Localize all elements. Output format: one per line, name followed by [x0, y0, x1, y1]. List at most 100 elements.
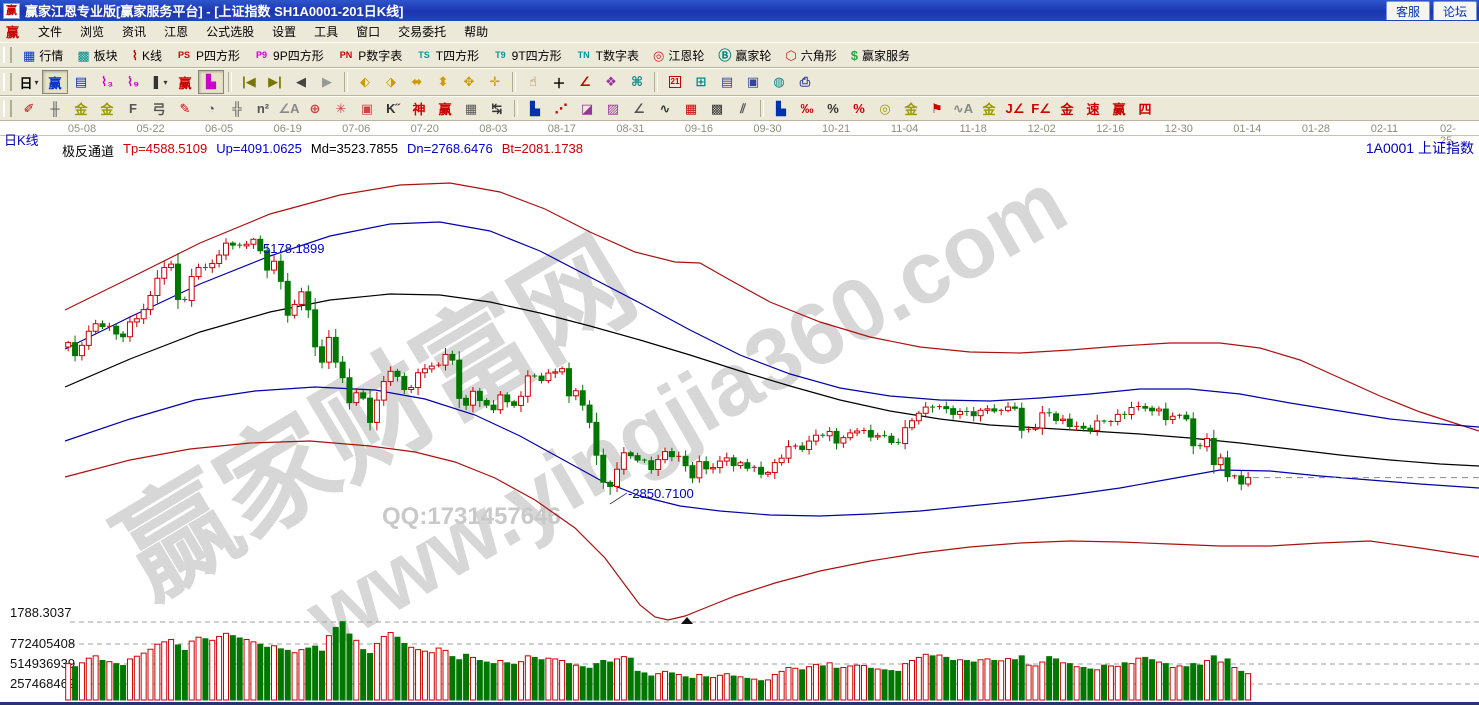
expand-all-button[interactable]: ✛	[482, 70, 508, 94]
winner-chart-toggle[interactable]: 赢	[42, 70, 68, 94]
p-square-button[interactable]: PS P四方形	[169, 43, 247, 67]
menu-item-2[interactable]: 资讯	[113, 21, 155, 42]
period-day-selector[interactable]: 日	[16, 70, 42, 94]
red-pencil-grid-tool[interactable]: ✎	[172, 97, 198, 121]
circle-cross-tool[interactable]: ⊕	[302, 97, 328, 121]
prev-bar-button[interactable]: ◀	[288, 70, 314, 94]
menu-item-1[interactable]: 浏览	[71, 21, 113, 42]
gold-angle-tool[interactable]: 金	[1054, 97, 1080, 121]
parallel-lines-tool[interactable]: ⫽	[730, 97, 756, 121]
scale-chart-tool[interactable]: ▙	[522, 97, 548, 121]
gold-fence-tool[interactable]: 金	[68, 97, 94, 121]
zoom-all-button[interactable]: ✥	[456, 70, 482, 94]
compass-pencil-tool[interactable]: ✐	[16, 97, 42, 121]
square-grid-tool[interactable]: ▣	[354, 97, 380, 121]
flag-pencil-tool[interactable]: ⚑	[924, 97, 950, 121]
p9-square-button[interactable]: P9 9P四方形	[247, 43, 331, 67]
kline-button[interactable]: ⌇ K线	[125, 43, 169, 67]
bow-fence-tool[interactable]: 弓	[146, 97, 172, 121]
gold-line-tool[interactable]: 金	[898, 97, 924, 121]
speed-angle-tool[interactable]: 速	[1080, 97, 1106, 121]
star-grid-tool[interactable]: ✳	[328, 97, 354, 121]
n2-grid-tool[interactable]: n²	[250, 97, 276, 121]
gann-wheel-button[interactable]: ◎ 江恩轮	[646, 43, 711, 67]
t-square-button[interactable]: TS T四方形	[409, 43, 486, 67]
hexagon-button[interactable]: ⬡ 六角形	[778, 43, 843, 67]
candle-style-selector[interactable]: ❚	[146, 70, 172, 94]
width-arrow-tool[interactable]: ↹	[484, 97, 510, 121]
k9-lines-button[interactable]: ⌇₉	[120, 70, 146, 94]
customer-service-button[interactable]: 客服	[1385, 1, 1430, 20]
f-angle-tool[interactable]: F∠	[1028, 97, 1054, 121]
angle-a-tool[interactable]: ∠A	[276, 97, 302, 121]
red-grid-tool[interactable]: ▦	[678, 97, 704, 121]
menu-item-5[interactable]: 设置	[263, 21, 305, 42]
percent-line-tool[interactable]: %	[846, 97, 872, 121]
k-quote-tool[interactable]: K˝	[380, 97, 406, 121]
gold-fence2-tool[interactable]: 金	[94, 97, 120, 121]
wave-maze-button[interactable]: ⌘	[624, 70, 650, 94]
k3-lines-button[interactable]: ⌇₃	[94, 70, 120, 94]
shift-left-button[interactable]: ⬖	[352, 70, 378, 94]
menu-item-8[interactable]: 交易委托	[389, 21, 455, 42]
print-button[interactable]: ⎙	[792, 70, 818, 94]
forum-button[interactable]: 论坛	[1432, 1, 1477, 20]
next-bar-button[interactable]: ▶	[314, 70, 340, 94]
gann-shape-button[interactable]: ❖	[598, 70, 624, 94]
goto-last-button[interactable]: ▶|	[262, 70, 288, 94]
purple-fan-tool[interactable]: ◪	[574, 97, 600, 121]
volume-style-button[interactable]: ▙	[198, 70, 224, 94]
menu-item-3[interactable]: 江恩	[155, 21, 197, 42]
percent-tool[interactable]: %	[820, 97, 846, 121]
black-grid-tool[interactable]: ▩	[704, 97, 730, 121]
fence2-tool[interactable]: ╬	[224, 97, 250, 121]
red-fan-tool[interactable]: ⋰	[548, 97, 574, 121]
fence-tool[interactable]: ╫	[42, 97, 68, 121]
seven-percent-tool[interactable]: ‰	[794, 97, 820, 121]
memo-button[interactable]: ▤	[714, 70, 740, 94]
j-angle-tool[interactable]: J∠	[1002, 97, 1028, 121]
win-angle-tool[interactable]: 赢	[1106, 97, 1132, 121]
time-cycle-tool[interactable]: ◔	[198, 97, 224, 121]
menu-item-0[interactable]: 文件	[29, 21, 71, 42]
angle-measure-button[interactable]: ∠	[572, 70, 598, 94]
zoom-vertical-button[interactable]: ⬍	[430, 70, 456, 94]
calendar-button[interactable]: 21	[662, 70, 688, 94]
gold-circle-tool[interactable]: ◎	[872, 97, 898, 121]
winner-wheel-button[interactable]: Ⓑ 赢家轮	[711, 43, 778, 67]
menu-item-4[interactable]: 公式选股	[197, 21, 263, 42]
calculator-button[interactable]: ⊞	[688, 70, 714, 94]
zoom-horizontal-button[interactable]: ⬌	[404, 70, 430, 94]
v-wave-tool[interactable]: ∿	[652, 97, 678, 121]
purple-fan2-tool[interactable]: ▨	[600, 97, 626, 121]
quote-button[interactable]: ▦ 行情	[16, 43, 70, 67]
p-digital-button[interactable]: PN P数字表	[331, 43, 410, 67]
sector-button[interactable]: ▩ 板块	[70, 43, 124, 67]
t9-square-button[interactable]: T9 9T四方形	[486, 43, 569, 67]
save-button[interactable]: ▣	[740, 70, 766, 94]
menu-item-9[interactable]: 帮助	[455, 21, 497, 42]
four-angle-tool[interactable]: 四	[1132, 97, 1158, 121]
percent-board-tool[interactable]: ▙	[768, 97, 794, 121]
angle-fan-tool[interactable]: ∠	[626, 97, 652, 121]
chart-area[interactable]: 赢家财富网 www.yingjia360.com QQ:1731457646 1788…	[0, 121, 1479, 705]
gold-line2-tool[interactable]: 金	[976, 97, 1002, 121]
f-fence-tool[interactable]: F	[120, 97, 146, 121]
network-button[interactable]: ◍	[766, 70, 792, 94]
t-digital-button[interactable]: TN T数字表	[569, 43, 646, 67]
a-wave-tool[interactable]: ∿A	[950, 97, 976, 121]
winner-service-button[interactable]: $ 赢家服务	[844, 43, 917, 67]
hand-tool-button[interactable]: ☝	[520, 70, 546, 94]
menu-item-6[interactable]: 工具	[305, 21, 347, 42]
goto-first-button[interactable]: |◀	[236, 70, 262, 94]
menu-item-7[interactable]: 窗口	[347, 21, 389, 42]
info-list-button[interactable]: ▤	[68, 70, 94, 94]
indicator-name[interactable]: 极反通道	[62, 141, 114, 160]
winner-red-toggle[interactable]: 赢	[172, 70, 198, 94]
shift-right-button[interactable]: ⬗	[378, 70, 404, 94]
kline-chart[interactable]: 赢家财富网www.yingjia360.comQQ:17314576461788…	[0, 121, 1479, 705]
crosshair-tool-button[interactable]: ＋	[546, 70, 572, 94]
shen-grid-tool[interactable]: 神	[406, 97, 432, 121]
grid-123-tool[interactable]: ▦	[458, 97, 484, 121]
win-grid-tool[interactable]: 赢	[432, 97, 458, 121]
